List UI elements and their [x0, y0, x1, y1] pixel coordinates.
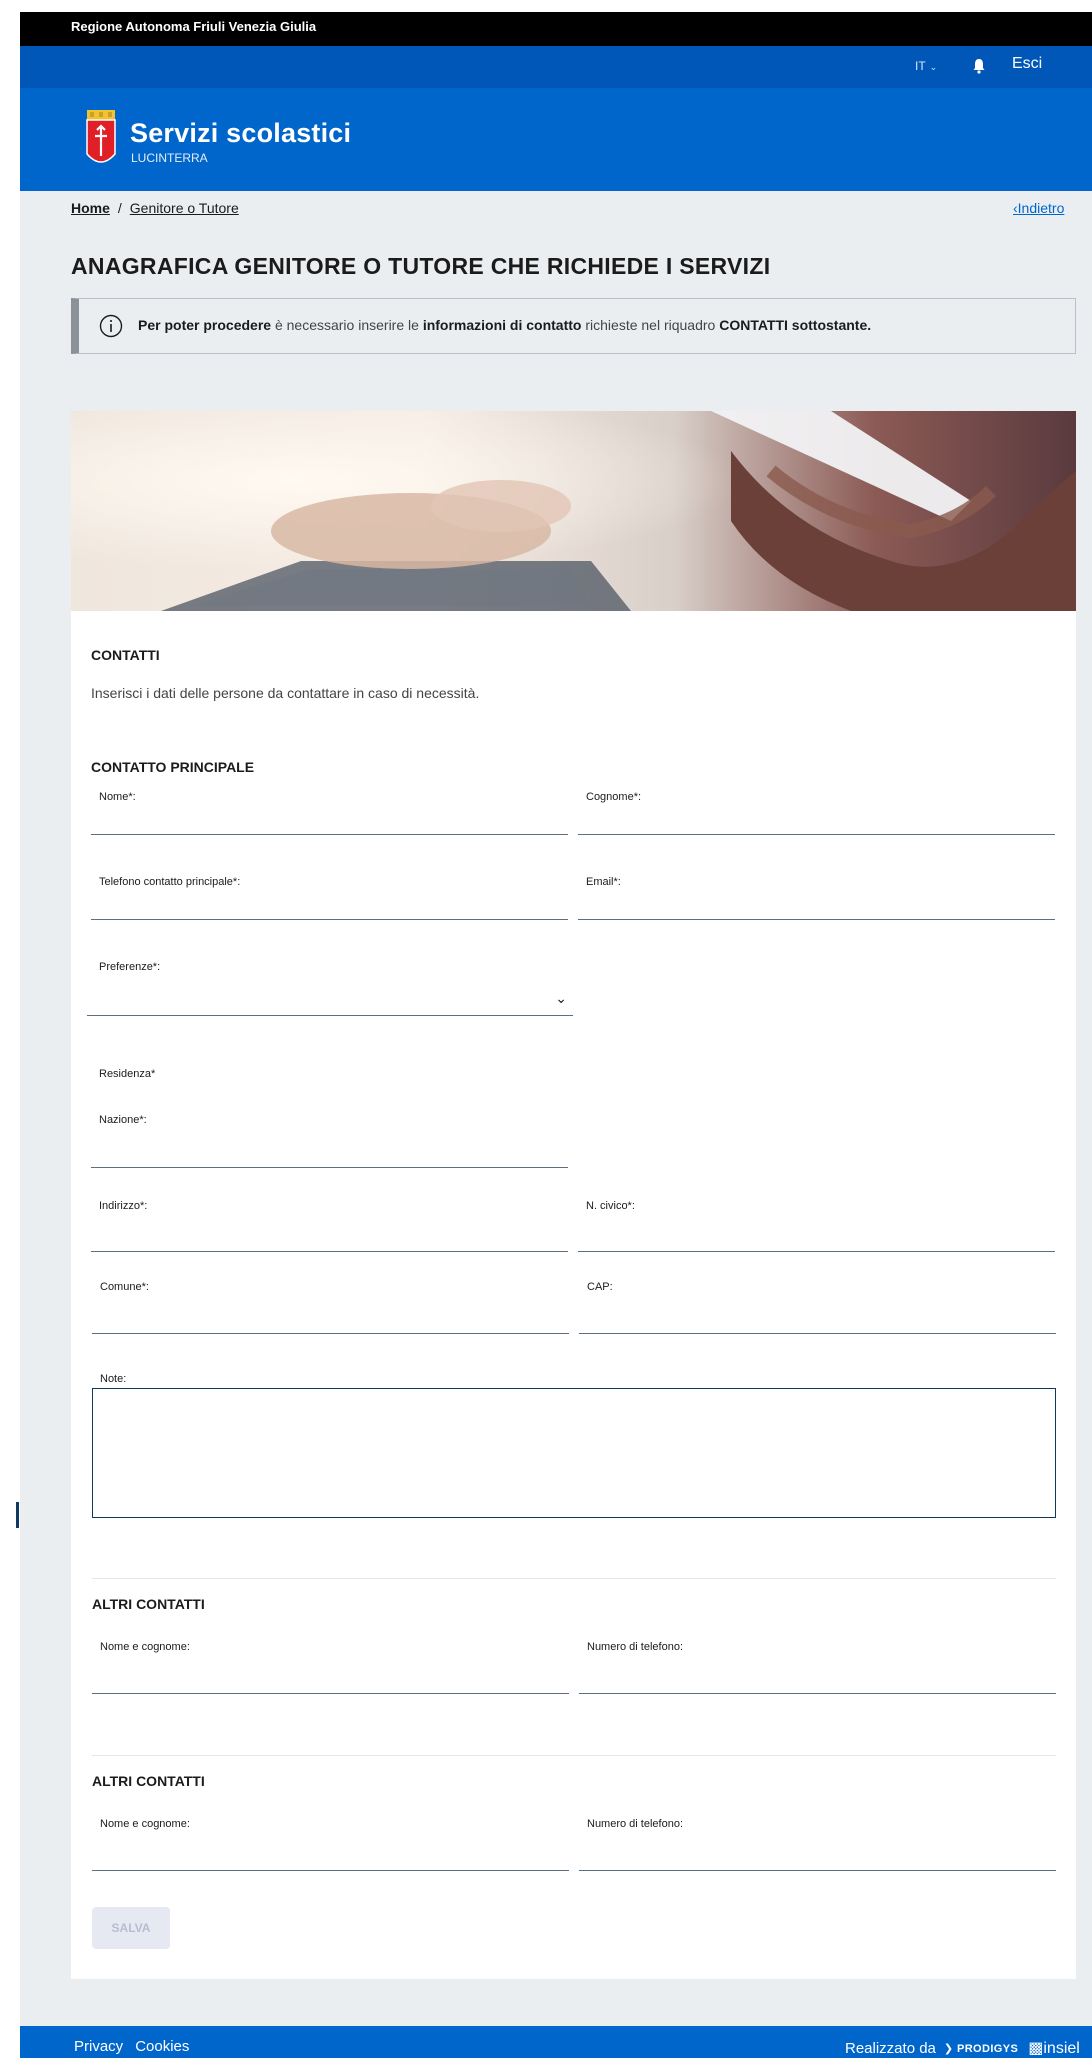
- back-link[interactable]: ‹Indietro: [1013, 200, 1064, 216]
- breadcrumb-home[interactable]: Home: [71, 200, 110, 216]
- page: Regione Autonoma Friuli Venezia Giulia I…: [20, 12, 1092, 2058]
- footer: Privacy Cookies Realizzato da ❯ PRODIGYS …: [20, 2026, 1092, 2058]
- nome-label: Nome*:: [99, 791, 136, 803]
- prodigys-label: PRODIGYS: [956, 2042, 1019, 2055]
- other-name-input-2[interactable]: [92, 1843, 569, 1871]
- contacts-form-card: CONTATTI Inserisci i dati delle persone …: [71, 411, 1076, 1979]
- region-bar: Regione Autonoma Friuli Venezia Giulia: [20, 12, 1092, 46]
- logout-link[interactable]: Esci: [1012, 55, 1042, 73]
- residenza-label: Residenza*: [99, 1068, 156, 1080]
- other-phone-label-2: Numero di telefono:: [587, 1818, 683, 1830]
- telefono-label: Telefono contatto principale*:: [99, 876, 241, 888]
- other-phone-input-2[interactable]: [579, 1843, 1056, 1871]
- site-header: Servizi scolastici LUCINTERRA: [20, 88, 1092, 191]
- cognome-label: Cognome*:: [586, 791, 642, 803]
- other-name-input-1[interactable]: [92, 1666, 569, 1694]
- nazione-input[interactable]: [91, 1140, 568, 1168]
- breadcrumb-current[interactable]: Genitore o Tutore: [130, 200, 239, 216]
- region-name[interactable]: Regione Autonoma Friuli Venezia Giulia: [71, 19, 316, 34]
- main-contact-title: CONTATTO PRINCIPALE: [91, 759, 255, 775]
- alert-text-3: informazioni di contatto: [422, 317, 582, 333]
- cognome-input[interactable]: [578, 807, 1055, 835]
- chevron-down-icon: ⌄: [929, 62, 938, 72]
- coat-of-arms-logo[interactable]: [85, 110, 117, 170]
- comune-input[interactable]: [92, 1306, 569, 1334]
- other-phone-input-1[interactable]: [579, 1666, 1056, 1694]
- alert-text-5: CONTATTI sottostante.: [719, 317, 872, 333]
- footer-credit: Realizzato da ❯ PRODIGYS ▩insiel: [845, 2038, 1080, 2058]
- made-by-label: Realizzato da: [845, 2039, 936, 2057]
- cap-label: CAP:: [587, 1281, 613, 1293]
- civico-label: N. civico*:: [586, 1200, 635, 1212]
- nome-input[interactable]: [91, 807, 568, 835]
- bell-icon[interactable]: [972, 58, 986, 74]
- civico-input[interactable]: [578, 1224, 1055, 1252]
- other-contacts-title-1: ALTRI CONTATTI: [92, 1596, 205, 1612]
- insiel-label: insiel: [1043, 2040, 1080, 2057]
- insiel-logo[interactable]: ▩insiel: [1028, 2038, 1080, 2058]
- indirizzo-label: Indirizzo*:: [99, 1200, 148, 1212]
- telefono-input[interactable]: [91, 892, 568, 920]
- note-textarea[interactable]: [92, 1388, 1056, 1518]
- chevron-down-icon: ⌄: [555, 990, 567, 1006]
- prodigys-logo[interactable]: ❯ PRODIGYS: [944, 2042, 1018, 2055]
- hero-image: [71, 411, 1076, 611]
- preferenze-select[interactable]: ⌄: [87, 986, 573, 1016]
- alert-text-4: richieste nel riquadro: [581, 317, 720, 333]
- other-name-label-2: Nome e cognome:: [100, 1818, 190, 1830]
- app-subtitle: LUCINTERRA: [131, 151, 208, 165]
- other-phone-label-1: Numero di telefono:: [587, 1641, 683, 1653]
- other-contacts-title-2: ALTRI CONTATTI: [92, 1773, 205, 1789]
- section-divider: [92, 1578, 1056, 1579]
- preferenze-label: Preferenze*:: [99, 961, 161, 973]
- contacts-title: CONTATTI: [91, 647, 160, 663]
- cap-input[interactable]: [579, 1306, 1056, 1334]
- note-label: Note:: [100, 1373, 127, 1385]
- save-button[interactable]: SALVA: [92, 1907, 170, 1949]
- alert-message: Per poter procedere è necessario inserir…: [138, 317, 871, 333]
- comune-label: Comune*:: [100, 1281, 149, 1293]
- app-title[interactable]: Servizi scolastici: [130, 118, 351, 149]
- contacts-description: Inserisci i dati delle persone da contat…: [91, 685, 480, 701]
- cookies-link[interactable]: Cookies: [135, 2038, 189, 2055]
- utility-bar: IT ⌄ Esci: [20, 46, 1092, 88]
- breadcrumb: Home / Genitore o Tutore: [71, 200, 239, 216]
- email-label: Email*:: [586, 876, 621, 888]
- language-label: IT: [915, 59, 926, 73]
- focus-marker: [16, 1502, 19, 1528]
- language-selector[interactable]: IT ⌄: [915, 59, 937, 73]
- nazione-label: Nazione*:: [99, 1114, 147, 1126]
- alert-text-1: Per poter procedere: [138, 317, 272, 333]
- info-icon: [99, 314, 123, 338]
- info-alert: Per poter procedere è necessario inserir…: [71, 298, 1076, 354]
- page-title: ANAGRAFICA GENITORE O TUTORE CHE RICHIED…: [71, 253, 771, 279]
- breadcrumb-separator: /: [117, 200, 122, 216]
- privacy-link[interactable]: Privacy: [74, 2038, 123, 2055]
- footer-links: Privacy Cookies: [74, 2038, 201, 2055]
- alert-text-2: è necessario inserire le: [271, 317, 423, 333]
- indirizzo-input[interactable]: [91, 1224, 568, 1252]
- other-name-label-1: Nome e cognome:: [100, 1641, 190, 1653]
- email-input[interactable]: [578, 892, 1055, 920]
- back-label: Indietro: [1017, 200, 1065, 216]
- section-divider: [92, 1755, 1056, 1756]
